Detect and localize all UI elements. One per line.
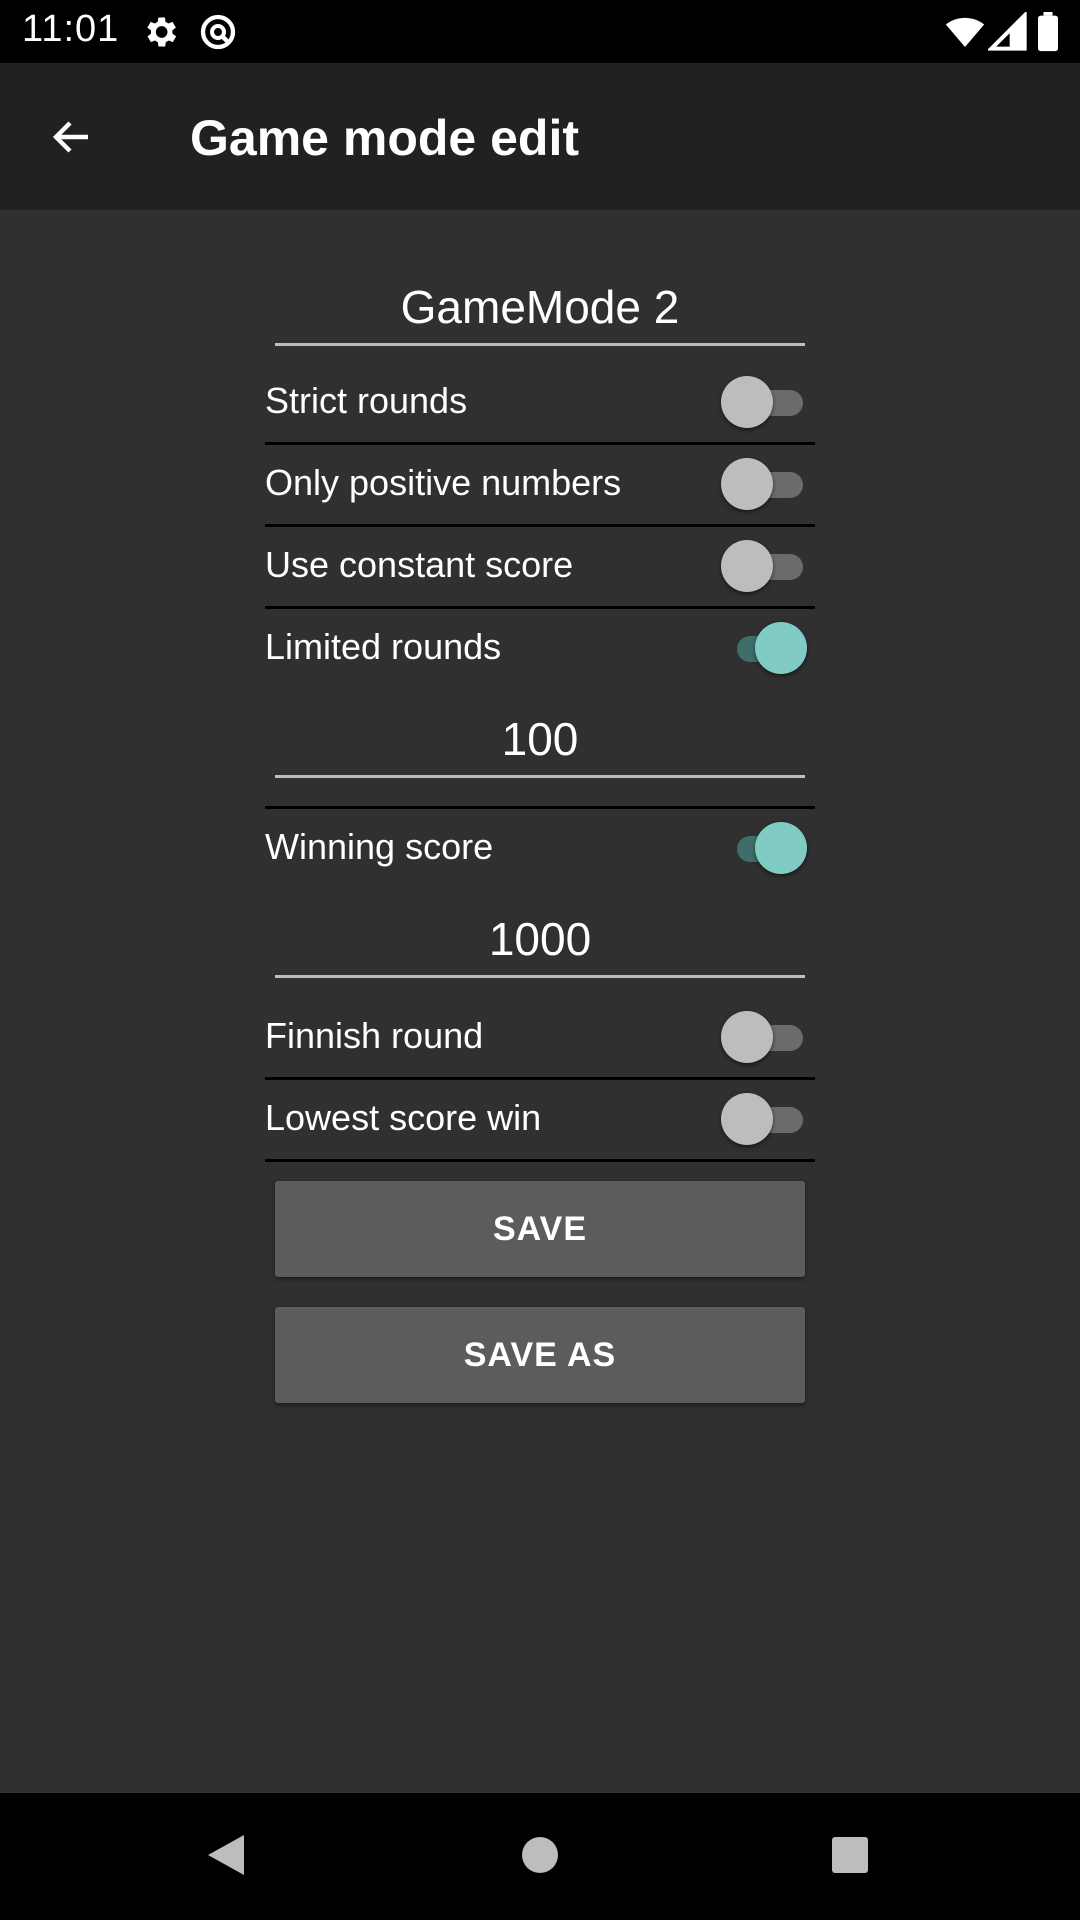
recents-square-icon — [830, 1835, 870, 1880]
constant-score-switch[interactable] — [721, 538, 807, 594]
lowest-score-win-row: Lowest score win — [265, 1079, 815, 1159]
signal-icon — [986, 10, 1028, 52]
strict-rounds-row: Strict rounds — [265, 362, 815, 442]
finnish-round-row: Finnish round — [265, 997, 815, 1077]
lowest-score-win-switch[interactable] — [721, 1091, 807, 1147]
winning-score-label: Winning score — [265, 826, 494, 867]
app-bar: Game mode edit — [0, 63, 1080, 210]
winning-score-input[interactable]: 1000 — [275, 912, 805, 978]
finnish-round-switch[interactable] — [721, 1009, 807, 1065]
strict-rounds-switch[interactable] — [721, 374, 807, 430]
limited-rounds-input[interactable]: 100 — [275, 712, 805, 778]
data-saver-icon — [198, 12, 238, 52]
nav-recents-button[interactable] — [820, 1827, 880, 1887]
arrow-back-icon — [48, 113, 96, 166]
nav-back-button[interactable] — [196, 1827, 256, 1887]
constant-score-label: Use constant score — [265, 544, 574, 585]
back-triangle-icon — [204, 1831, 248, 1884]
status-time: 11:01 — [22, 8, 120, 50]
winning-score-row: Winning score — [265, 808, 815, 888]
lowest-score-win-label: Lowest score win — [265, 1097, 542, 1138]
only-positive-label: Only positive numbers — [265, 462, 622, 503]
page-title: Game mode edit — [190, 110, 579, 166]
divider — [265, 1159, 815, 1162]
save-as-button[interactable]: SAVE AS — [275, 1307, 805, 1403]
finnish-round-label: Finnish round — [265, 1015, 484, 1056]
back-button[interactable] — [36, 103, 108, 175]
strict-rounds-label: Strict rounds — [265, 380, 468, 421]
only-positive-switch[interactable] — [721, 456, 807, 512]
limited-rounds-label: Limited rounds — [265, 626, 502, 667]
battery-icon — [1036, 12, 1060, 52]
home-circle-icon — [520, 1835, 560, 1880]
mode-name-input[interactable]: GameMode 2 — [275, 280, 805, 346]
limited-rounds-switch[interactable] — [721, 620, 807, 676]
winning-score-switch[interactable] — [721, 820, 807, 876]
status-bar: 11:01 — [0, 0, 1080, 63]
save-button[interactable]: SAVE — [275, 1181, 805, 1277]
constant-score-row: Use constant score — [265, 526, 815, 606]
system-nav-bar — [0, 1793, 1080, 1920]
nav-home-button[interactable] — [510, 1827, 570, 1887]
limited-rounds-row: Limited rounds — [265, 608, 815, 688]
settings-icon — [140, 12, 180, 52]
only-positive-row: Only positive numbers — [265, 444, 815, 524]
wifi-icon — [944, 12, 986, 52]
game-mode-form: GameMode 2 Strict rounds Only positive n… — [0, 210, 1080, 1793]
